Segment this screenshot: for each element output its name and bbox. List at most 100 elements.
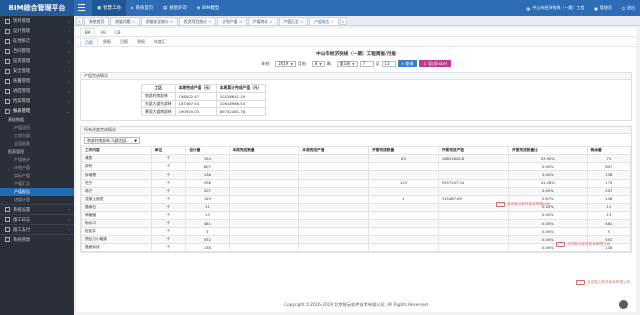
section-select[interactable]: 南部村南部林,马路北园.. ▼ xyxy=(84,137,140,145)
table-cell xyxy=(228,210,300,221)
sidebar-item-schedule[interactable]: 进度管理 › xyxy=(0,86,74,96)
table-cell: 207 xyxy=(586,186,632,196)
sidebar-item-actual-output[interactable]: 实际产值 xyxy=(0,172,74,180)
table-cell: 607 xyxy=(586,162,632,172)
date-from-input[interactable]: 7 xyxy=(359,60,374,67)
watermark-logo: 北京智云软件技术有限公司 xyxy=(556,242,610,247)
close-icon[interactable]: × xyxy=(170,20,173,24)
tab-qs-stats[interactable]: 质量安全统计 × xyxy=(140,17,179,25)
table-cell xyxy=(228,235,300,245)
week-select[interactable]: 第1周 ▼ xyxy=(336,60,358,67)
table-cell xyxy=(368,243,439,253)
chevron-down-icon: ⌄ xyxy=(66,108,70,114)
sidebar-item-reports[interactable]: 报表管理 ⌄ xyxy=(0,106,74,116)
table-cell xyxy=(228,219,300,229)
column-header: 设计量 xyxy=(185,146,230,156)
land-icon xyxy=(5,38,10,44)
sidebar-item-settings[interactable]: 系统设置 › xyxy=(0,204,74,214)
tab-invest-stats[interactable]: 投资项目统计 × xyxy=(179,17,217,25)
tab-planned-output[interactable]: 计划产值 × xyxy=(217,17,247,25)
table-cell: 13 xyxy=(185,210,230,221)
sidebar-item-payment[interactable]: 施工支付 › xyxy=(0,224,74,234)
query-button[interactable]: ⌕ 查询 xyxy=(397,60,418,67)
table-cell: 路面标线 xyxy=(81,243,152,253)
sidebar-item-progress-measure[interactable]: 进度计量 xyxy=(0,196,74,204)
sidebar-item-report-mgmt[interactable]: 报表管理 xyxy=(0,148,74,156)
table-cell: 5 xyxy=(185,227,230,237)
close-icon[interactable]: × xyxy=(331,20,334,24)
table-row: 南部村南部林 146002.47 20226641.19 xyxy=(141,91,266,101)
tabs-scroll-right-icon[interactable]: » xyxy=(339,17,347,25)
sidebar-item-output-report[interactable]: 产值报告 xyxy=(0,188,74,196)
top-nav-smart-site[interactable]: ▣ 智慧工地 xyxy=(92,0,126,16)
sidebar-item-land[interactable]: 征地拆迁 › xyxy=(0,36,74,46)
table-cell: 607 xyxy=(185,162,230,172)
chevron-down-icon: ▼ xyxy=(352,61,355,66)
table-cell: 拆除 xyxy=(81,162,152,172)
tab-quality-issues[interactable]: 质量问题 × xyxy=(110,17,140,25)
column-header: 单位 xyxy=(150,146,187,156)
sidebar-item-sections[interactable]: 工程分部 xyxy=(0,132,74,140)
tabs-scroll-left-icon[interactable]: « xyxy=(76,17,83,25)
user-menu[interactable]: ● 管理员 xyxy=(589,0,617,16)
chat-bubble-icon[interactable] xyxy=(619,300,628,309)
period-tab-year[interactable]: 年度汇 xyxy=(150,38,170,46)
close-icon[interactable]: × xyxy=(300,20,303,24)
export-excel-button[interactable]: ⇩ 导出Excel xyxy=(419,60,451,67)
section-tab-ba[interactable]: BA xyxy=(80,28,96,36)
summary-panel: 产值完成情况 工区 本周完成产值（元） 本周累计完成产值（元） 南部村南部林 14… xyxy=(80,72,632,122)
top-nav-permit[interactable]: ▤ 规划许可 xyxy=(158,0,192,16)
month-select[interactable]: 8 ▼ xyxy=(311,60,325,67)
sidebar-item-quality[interactable]: 质量管理 › xyxy=(0,76,74,86)
top-nav-bim[interactable]: ◈ BIM模型 xyxy=(192,0,224,16)
year-select[interactable]: 2019 ▼ xyxy=(275,60,296,67)
column-header: 开累完成数量 xyxy=(368,146,439,156)
tab-home[interactable]: 系统首页 xyxy=(84,17,110,25)
sidebar-item-daily-log[interactable]: 施工日志 › xyxy=(0,214,74,224)
tab-output-summary[interactable]: 产值汇总 × xyxy=(278,17,309,25)
chevron-down-icon: ▼ xyxy=(134,138,137,144)
close-icon[interactable]: × xyxy=(132,20,135,24)
table-row: 清表个 154 83 16851828.8 53.90% 71 xyxy=(81,154,632,164)
table-cell: 混凝土面层 xyxy=(81,194,152,204)
sidebar-item-project[interactable]: 项目管理 › xyxy=(0,16,74,26)
period-tab-quarter[interactable]: 季报 xyxy=(133,38,149,46)
table-cell xyxy=(368,235,439,245)
tab-output-report[interactable]: 产值报告 × xyxy=(309,17,339,25)
table-cell: 0.00% xyxy=(508,186,588,196)
company-logo-icon xyxy=(576,280,585,285)
period-tab-day[interactable]: 月报 xyxy=(80,38,98,46)
date-to-input[interactable]: 13 xyxy=(381,60,396,67)
top-nav-home[interactable]: ⌂ 系统首页 xyxy=(126,0,158,16)
design-icon xyxy=(5,28,10,34)
logout-button[interactable]: ⏻ 退出 xyxy=(617,0,640,16)
tab-output-stats[interactable]: 产值统计 × xyxy=(247,17,278,25)
sidebar-item-investment[interactable]: 投资管理 › xyxy=(0,56,74,66)
close-icon[interactable]: × xyxy=(239,20,242,24)
sidebar-item-system[interactable]: 系统管理 › xyxy=(0,234,74,244)
close-icon[interactable]: × xyxy=(208,20,211,24)
project-selector[interactable]: ▦ 中山市经济快线（一期）工程 xyxy=(522,0,590,16)
sidebar-item-contract[interactable]: 合同管理 › xyxy=(0,46,74,56)
close-icon[interactable]: × xyxy=(270,20,273,24)
sidebar-item-archive[interactable]: 档案管理 › xyxy=(0,96,74,106)
sidebar-item-base-data[interactable]: 基础数据 xyxy=(0,116,74,124)
report-icon xyxy=(5,108,10,114)
menu-toggle-icon[interactable] xyxy=(78,4,85,12)
table-cell: 175 xyxy=(586,178,632,188)
sidebar-item-output-items[interactable]: 产值项目 xyxy=(0,124,74,132)
sidebar-item-planned-output[interactable]: 计划产值 xyxy=(0,164,74,172)
gear-icon xyxy=(5,207,10,212)
sidebar-item-output-stats[interactable]: 产值统计 xyxy=(0,156,74,164)
period-tab-month[interactable]: 月报 xyxy=(116,38,132,46)
sidebar-item-safety[interactable]: 安全管理 › xyxy=(0,66,74,76)
sidebar-item-full-report[interactable]: 全面报表 xyxy=(0,140,74,148)
table-cell xyxy=(298,178,370,188)
section-tab-ab[interactable]: AB xyxy=(96,28,109,36)
period-tab-week[interactable]: 周报 xyxy=(99,38,115,46)
folder-icon xyxy=(5,18,10,24)
sidebar-item-output-summary[interactable]: 产值汇总 xyxy=(0,180,74,188)
table-cell xyxy=(228,243,300,253)
section-tab-cb[interactable]: CB xyxy=(111,28,125,36)
sidebar-item-design[interactable]: 设计管理 › xyxy=(0,26,74,36)
